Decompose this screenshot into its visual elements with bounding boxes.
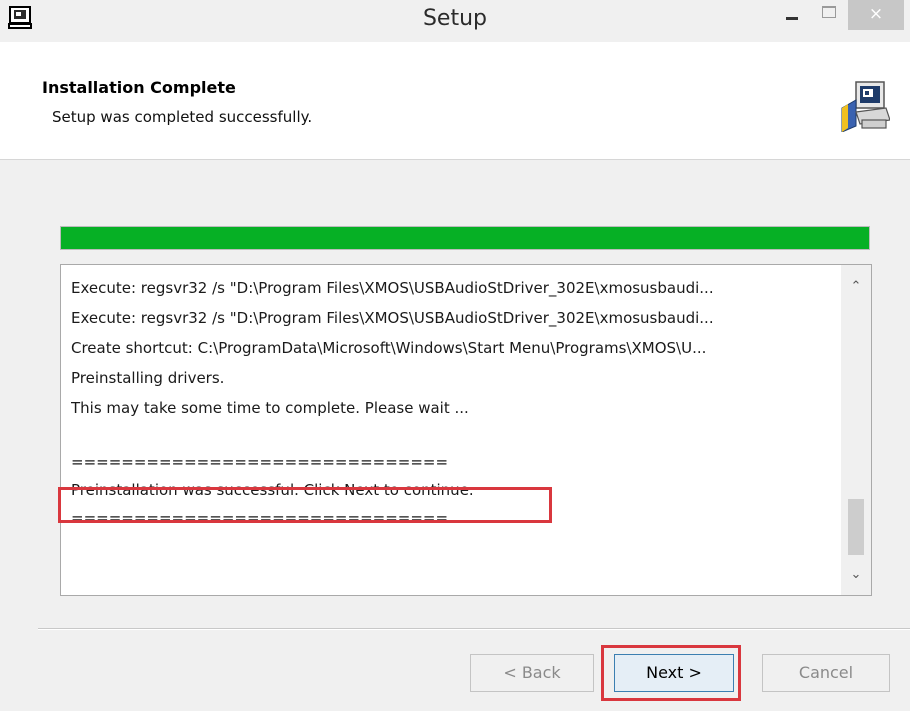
next-button-highlight — [601, 645, 741, 701]
minimize-icon — [786, 17, 798, 20]
close-button[interactable]: × — [848, 0, 904, 30]
install-progress-bar — [60, 226, 870, 250]
log-separator: ============================== — [71, 453, 449, 471]
close-icon: × — [868, 4, 884, 24]
footer-divider-highlight — [38, 629, 910, 630]
minimize-button[interactable] — [776, 0, 808, 30]
log-line: Execute: regsvr32 /s "D:\Program Files\X… — [71, 279, 714, 297]
title-bar: Setup × — [0, 0, 910, 42]
window-title: Setup — [422, 6, 488, 31]
success-message-highlight — [58, 487, 552, 523]
setup-computer-icon — [841, 81, 890, 132]
cancel-button[interactable]: Cancel — [762, 654, 890, 692]
log-line: Preinstalling drivers. — [71, 369, 225, 387]
maximize-button[interactable] — [812, 0, 844, 30]
maximize-icon — [822, 6, 836, 18]
log-line: Create shortcut: C:\ProgramData\Microsof… — [71, 339, 707, 357]
page-subtitle: Setup was completed successfully. — [52, 108, 313, 126]
scroll-thumb[interactable] — [848, 499, 864, 555]
log-line: Execute: regsvr32 /s "D:\Program Files\X… — [71, 309, 714, 327]
back-button[interactable]: < Back — [470, 654, 594, 692]
wizard-header: Installation Complete Setup was complete… — [0, 42, 910, 160]
log-scrollbar[interactable]: ⌃ ⌄ — [841, 265, 871, 595]
scroll-down-icon[interactable]: ⌄ — [841, 561, 871, 589]
log-line: This may take some time to complete. Ple… — [71, 399, 469, 417]
page-title: Installation Complete — [42, 78, 236, 97]
progress-fill — [61, 227, 869, 249]
install-log[interactable]: Execute: regsvr32 /s "D:\Program Files\X… — [60, 264, 872, 596]
scroll-up-icon[interactable]: ⌃ — [841, 273, 871, 301]
